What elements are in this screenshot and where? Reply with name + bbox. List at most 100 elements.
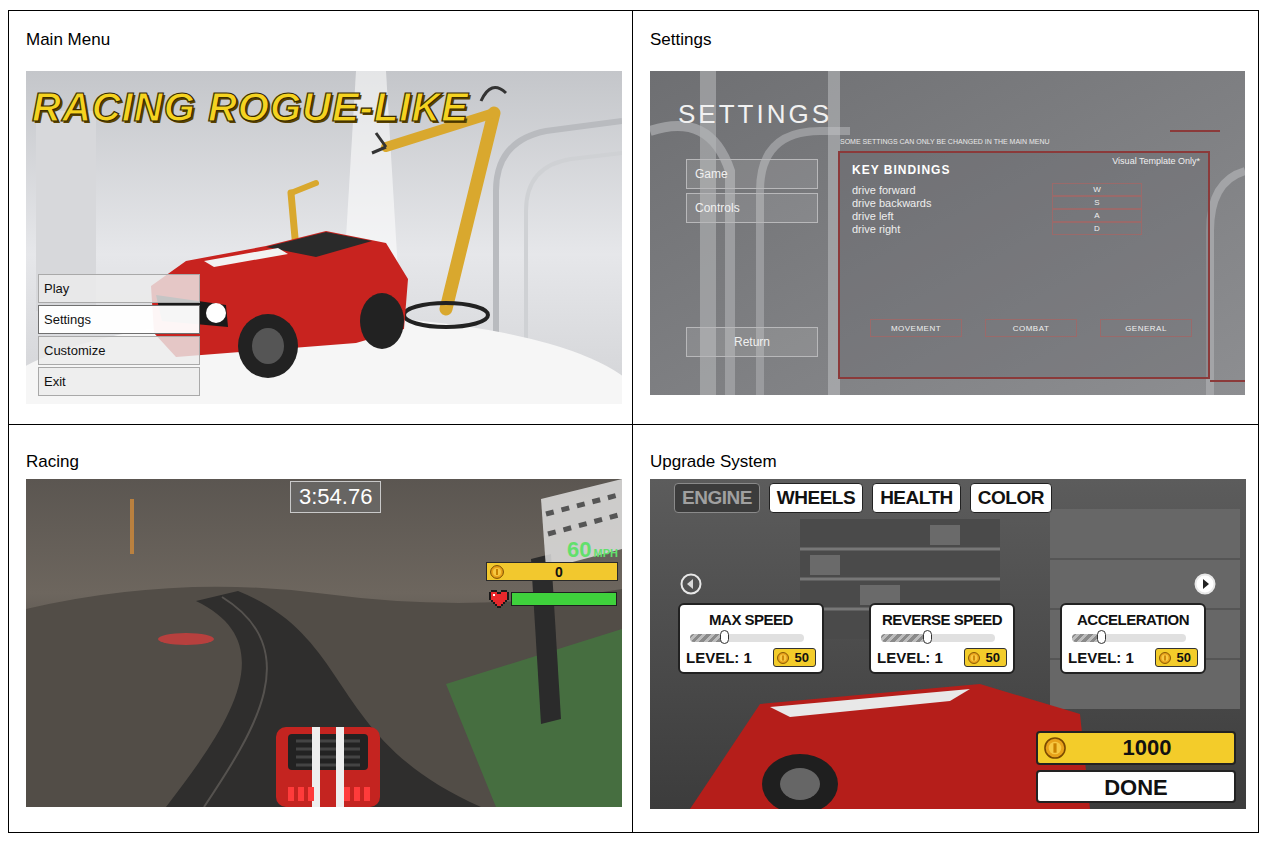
upgrade-slider-handle [720,630,729,644]
binding-key-field[interactable]: D [1052,222,1142,235]
race-track-picture [26,479,622,807]
menu-button[interactable]: Customize [38,336,200,365]
upgrade-tab[interactable]: WHEELS [769,483,863,513]
menu-button-label: Customize [44,343,105,358]
upgrade-card-footer: LEVEL: 1 50 [686,648,816,667]
settings-title: SETTINGS [678,99,832,130]
health-fill [512,593,616,605]
upgrade-tab[interactable]: ENGINE [674,483,760,513]
previous-arrow-icon[interactable] [680,573,702,595]
binding-key-field[interactable]: W [1052,183,1142,196]
coin-count: 0 [504,564,614,580]
heart-icon [489,590,509,608]
binding-action: drive forward [852,184,1052,196]
upgrade-tab[interactable]: HEALTH [872,483,961,513]
upgrade-cost: 50 [1177,650,1191,665]
upgrade-screen: ENGINE WHEELS HEALTH COLOR MAX SPEED LEVEL: 1… [650,479,1246,809]
menu-buttons: Play Settings Customize Exit [38,274,200,396]
binding-tab[interactable]: MOVEMENT [870,319,962,337]
panel-caption: Main Menu [26,29,632,51]
health-track [511,592,617,606]
coin-counter: 0 [486,562,618,581]
menu-button[interactable]: Exit [38,367,200,396]
coin-balance: 1000 [1036,731,1236,765]
settings-category-button[interactable]: Controls [686,193,818,223]
racing-screen: 3:54.7660MPH0 [26,479,622,807]
panel-caption: Racing [26,451,632,473]
menu-button[interactable]: Play [38,274,200,303]
coin-balance-value: 1000 [1066,735,1228,761]
settings-sidebar: Game Controls [686,159,818,223]
coin-icon [968,652,980,664]
upgrade-name: REVERSE SPEED [877,611,1007,628]
upgrade-cost-button[interactable]: 50 [773,648,816,667]
upgrade-card-footer: LEVEL: 1 50 [1068,648,1198,667]
upgrade-slider-track [881,634,995,642]
upgrade-slider-fill [881,634,927,642]
upgrade-slider-handle [923,630,932,644]
upgrade-cell: Upgrade System ENGINE WHEELS HEALTH COLOR MAX… [633,425,1258,832]
menu-button[interactable]: Settings [38,305,200,334]
upgrade-card-footer: LEVEL: 1 50 [877,648,1007,667]
binding-action: drive right [852,223,1052,235]
upgrade-level: LEVEL: 1 [877,649,943,666]
upgrade-level: LEVEL: 1 [1068,649,1134,666]
visual-template-note: Visual Template Only* [1112,156,1200,166]
upgrade-tabs: ENGINE WHEELS HEALTH COLOR [674,483,1052,513]
settings-notice: SOME SETTINGS CAN ONLY BE CHANGED IN THE… [840,138,1050,145]
upgrade-slider-track [1072,634,1186,642]
done-button[interactable]: DONE [1036,770,1236,803]
upgrade-cards: MAX SPEED LEVEL: 1 50 REVERSE SPEED LEVEL: 1… [678,603,1206,674]
racing-cell: Racing3:54.7660MPH0 [9,425,633,832]
upgrade-cost-button[interactable]: 50 [964,648,1007,667]
menu-button-label: Play [44,281,69,296]
panel-caption: Upgrade System [650,451,1258,473]
upgrade-slider-handle [1097,630,1106,644]
binding-tabs: MOVEMENT COMBAT GENERAL [870,319,1192,337]
screenshot-grid: Main Menu RACING ROGUE-LIKE Play Settings Cu… [8,10,1259,833]
game-title: RACING ROGUE-LIKE [32,85,469,130]
upgrade-slider-track [690,634,804,642]
upgrade-name: ACCELERATION [1068,611,1198,628]
menu-button-label: Exit [44,374,66,389]
settings-category-button[interactable]: Game [686,159,818,189]
upgrade-tab-label: ENGINE [682,487,752,508]
key-binding-row: drive forwardW [852,183,1196,196]
upgrade-cost: 50 [986,650,1000,665]
upgrade-tab-label: WHEELS [777,487,855,508]
next-arrow-icon[interactable] [1194,573,1216,595]
key-binding-row: drive leftA [852,209,1196,222]
upgrade-card: ACCELERATION LEVEL: 1 50 [1060,603,1206,674]
speed-unit: MPH [594,547,618,559]
binding-tab[interactable]: COMBAT [985,319,1077,337]
upgrade-tab-label: HEALTH [880,487,953,508]
upgrade-cost: 50 [795,650,809,665]
coin-icon [490,565,504,579]
upgrade-slider-fill [690,634,724,642]
upgrade-cost-button[interactable]: 50 [1155,648,1198,667]
upgrade-tab-label: COLOR [978,487,1044,508]
upgrade-name: MAX SPEED [686,611,816,628]
upgrade-card: MAX SPEED LEVEL: 1 50 [678,603,824,674]
binding-action: drive left [852,210,1052,222]
return-button[interactable]: Return [686,327,818,357]
settings-cell: Settings SETTINGS SOME SETTINGS CAN ONLY B… [633,11,1258,425]
binding-action: drive backwards [852,197,1052,209]
race-timer: 3:54.76 [290,481,381,513]
key-binding-row: drive rightD [852,222,1196,235]
binding-key-field[interactable]: A [1052,209,1142,222]
panel-caption: Settings [650,29,1258,51]
upgrade-card: REVERSE SPEED LEVEL: 1 50 [869,603,1015,674]
key-bindings-panel: Visual Template Only*KEY BINDINGSdrive f… [838,151,1210,379]
upgrade-level: LEVEL: 1 [686,649,752,666]
binding-tab[interactable]: GENERAL [1100,319,1192,337]
health-bar [489,590,617,608]
speed-value: 60 [567,537,591,563]
main-menu-screen: RACING ROGUE-LIKE Play Settings Customize Ex… [26,71,622,404]
key-binding-row: drive backwardsS [852,196,1196,209]
speedometer: 60MPH [567,537,618,563]
main-menu-cell: Main Menu RACING ROGUE-LIKE Play Settings Cu… [9,11,633,425]
upgrade-tab[interactable]: COLOR [970,483,1052,513]
binding-key-field[interactable]: S [1052,196,1142,209]
coin-icon [1159,652,1171,664]
